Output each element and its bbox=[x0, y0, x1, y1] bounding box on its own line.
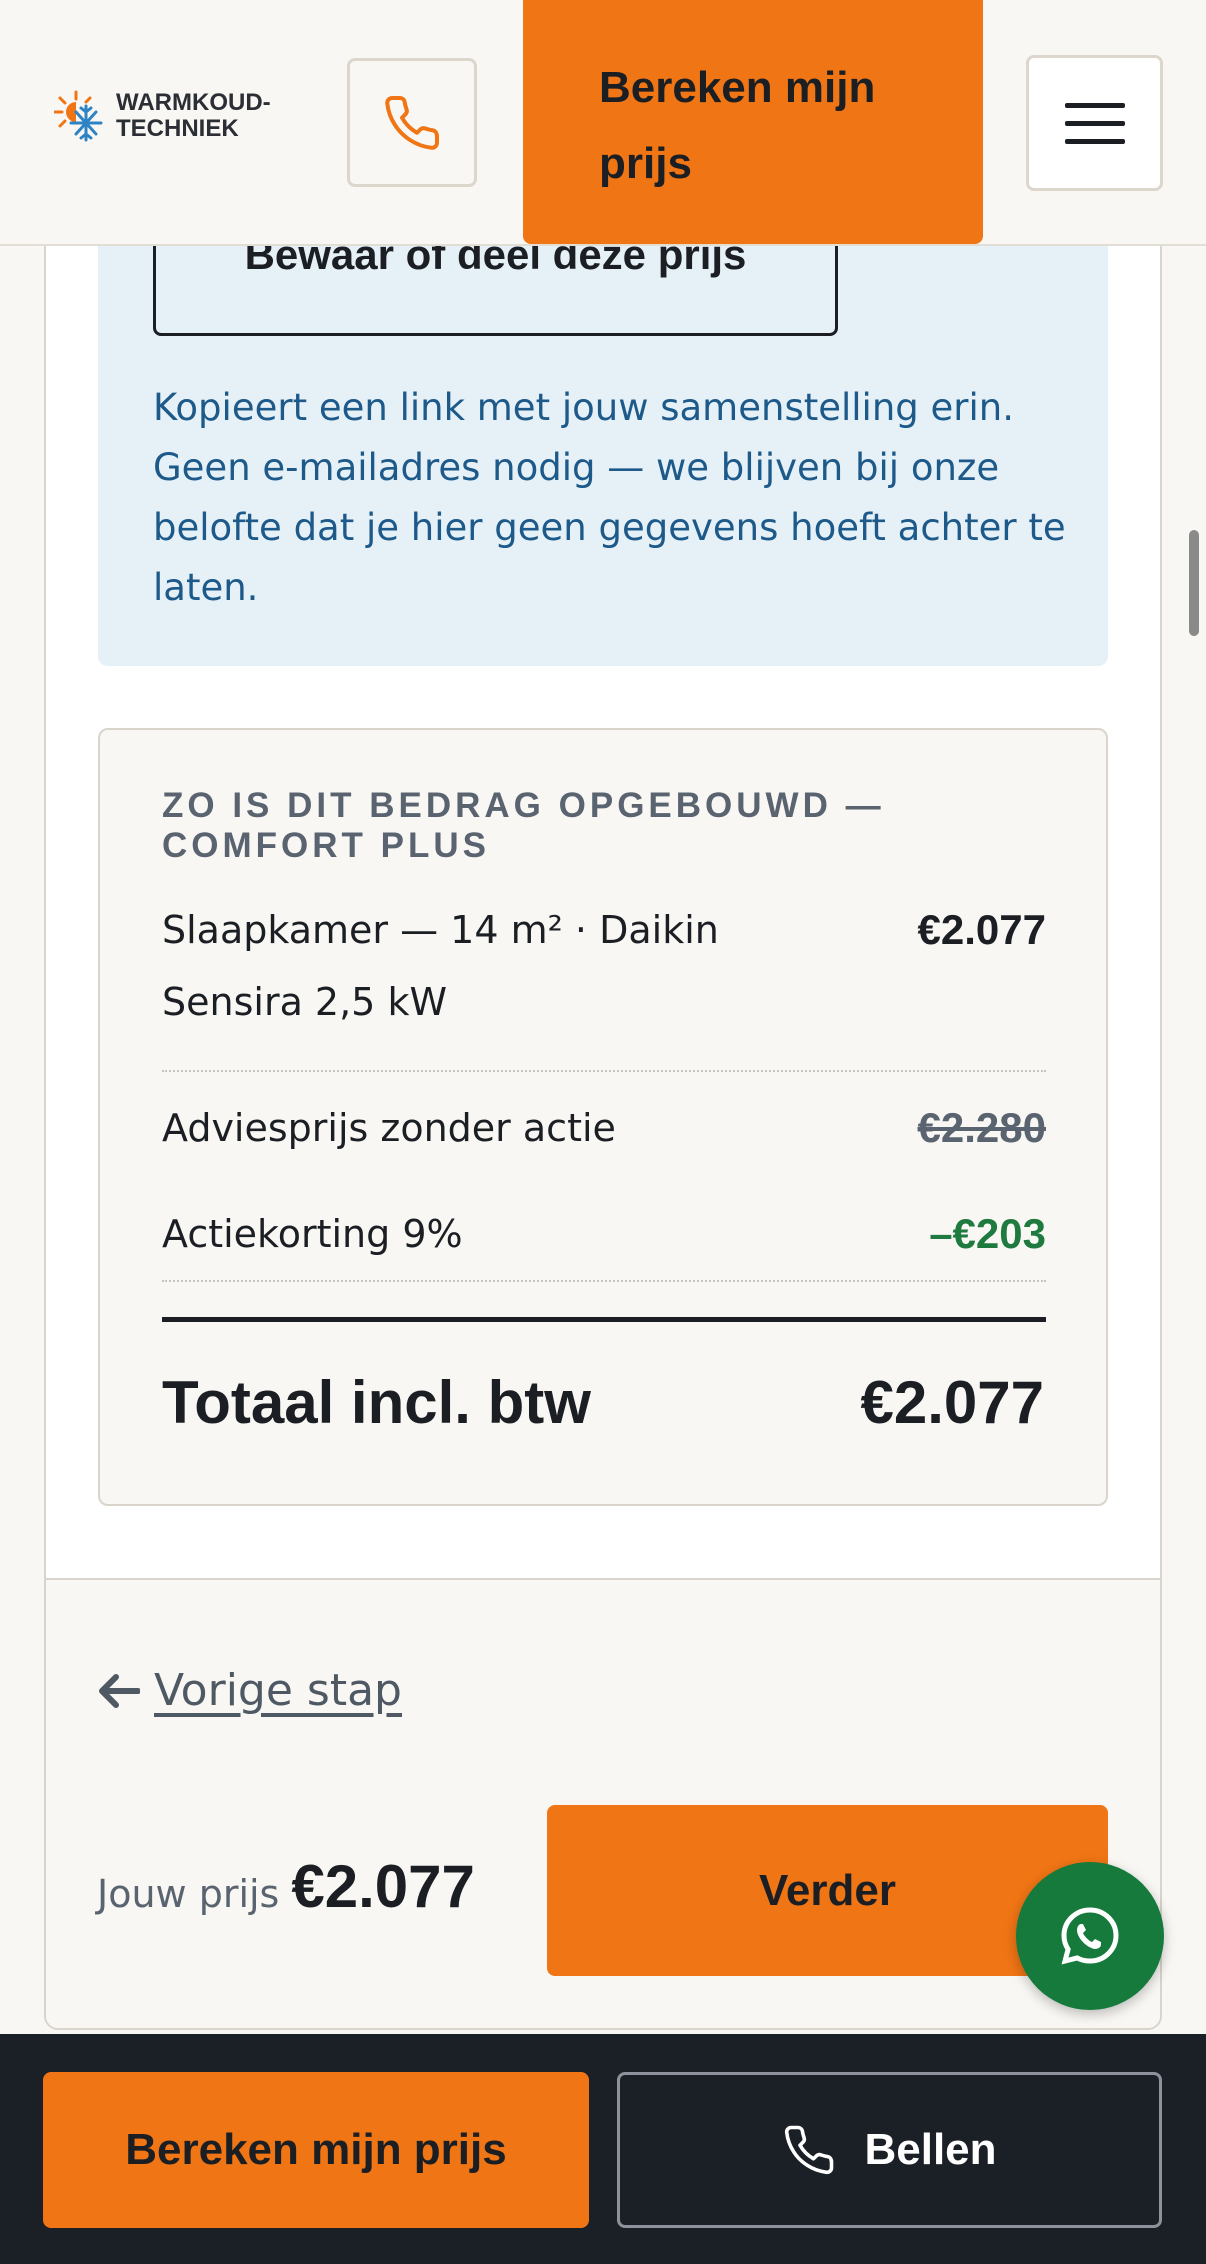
scrollbar-thumb[interactable] bbox=[1189, 530, 1199, 636]
your-price-label: Jouw prijs bbox=[97, 1872, 280, 1916]
row-divider bbox=[162, 1280, 1046, 1282]
advice-price-struck: €2.280 bbox=[917, 1104, 1046, 1151]
site-header: WARMKOUD- TECHNIEK Bereken mijn prijs bbox=[0, 0, 1206, 246]
breakdown-row: Slaapkamer — 14 m² · Daikin Sensira 2,5 … bbox=[162, 894, 1046, 1038]
sun-snowflake-icon bbox=[54, 90, 103, 142]
bottom-call-label: Bellen bbox=[864, 2125, 997, 2174]
your-price: Jouw prijs €2.077 bbox=[97, 1852, 475, 1921]
row-divider bbox=[162, 1070, 1046, 1072]
phone-icon bbox=[385, 95, 440, 150]
sticky-bottom-bar: Bereken mijn prijs Bellen bbox=[0, 2034, 1206, 2264]
price-breakdown: Zo is dit bedrag opgebouwd — Comfort Plu… bbox=[98, 728, 1108, 1506]
breakdown-row: Adviesprijs zonder actie €2.280 bbox=[162, 1092, 1046, 1164]
breakdown-row-amount: €2.077 bbox=[917, 906, 1046, 953]
breakdown-title: Zo is dit bedrag opgebouwd — Comfort Plu… bbox=[162, 786, 885, 865]
previous-step-label: Vorige stap bbox=[154, 1665, 402, 1716]
breakdown-row-label: Slaapkamer — 14 m² · Daikin Sensira 2,5 … bbox=[162, 908, 719, 1024]
bottom-calculate-price-button[interactable]: Bereken mijn prijs bbox=[43, 2072, 589, 2228]
header-call-button[interactable] bbox=[347, 58, 477, 187]
breakdown-row: Actiekorting 9% –€203 bbox=[162, 1198, 1046, 1270]
total-divider bbox=[162, 1317, 1046, 1322]
phone-icon bbox=[785, 2125, 834, 2175]
header-calculate-price-button[interactable]: Bereken mijn prijs bbox=[523, 0, 983, 244]
total-amount: €2.077 bbox=[860, 1369, 1044, 1436]
breakdown-row-label: Actiekorting 9% bbox=[162, 1212, 463, 1256]
brand-name: WARMKOUD- TECHNIEK bbox=[116, 89, 271, 142]
previous-step-link[interactable]: Vorige stap bbox=[98, 1665, 402, 1716]
total-label: Totaal incl. btw bbox=[162, 1369, 591, 1436]
brand-logo[interactable]: WARMKOUD- TECHNIEK bbox=[54, 90, 271, 142]
whatsapp-icon bbox=[1061, 1907, 1119, 1965]
page: Bewaar of deel deze prijs Kopieert een l… bbox=[0, 0, 1206, 2264]
menu-button[interactable] bbox=[1026, 55, 1163, 191]
breakdown-row-label: Adviesprijs zonder actie bbox=[162, 1106, 616, 1150]
bottom-call-button[interactable]: Bellen bbox=[617, 2072, 1162, 2228]
hamburger-menu-icon bbox=[1064, 102, 1125, 108]
your-price-value: €2.077 bbox=[291, 1853, 475, 1920]
whatsapp-button[interactable] bbox=[1016, 1862, 1164, 2010]
arrow-left-icon bbox=[99, 1673, 140, 1708]
discount-amount: –€203 bbox=[929, 1210, 1046, 1257]
share-description: Kopieert een link met jouw samenstelling… bbox=[153, 386, 1066, 609]
